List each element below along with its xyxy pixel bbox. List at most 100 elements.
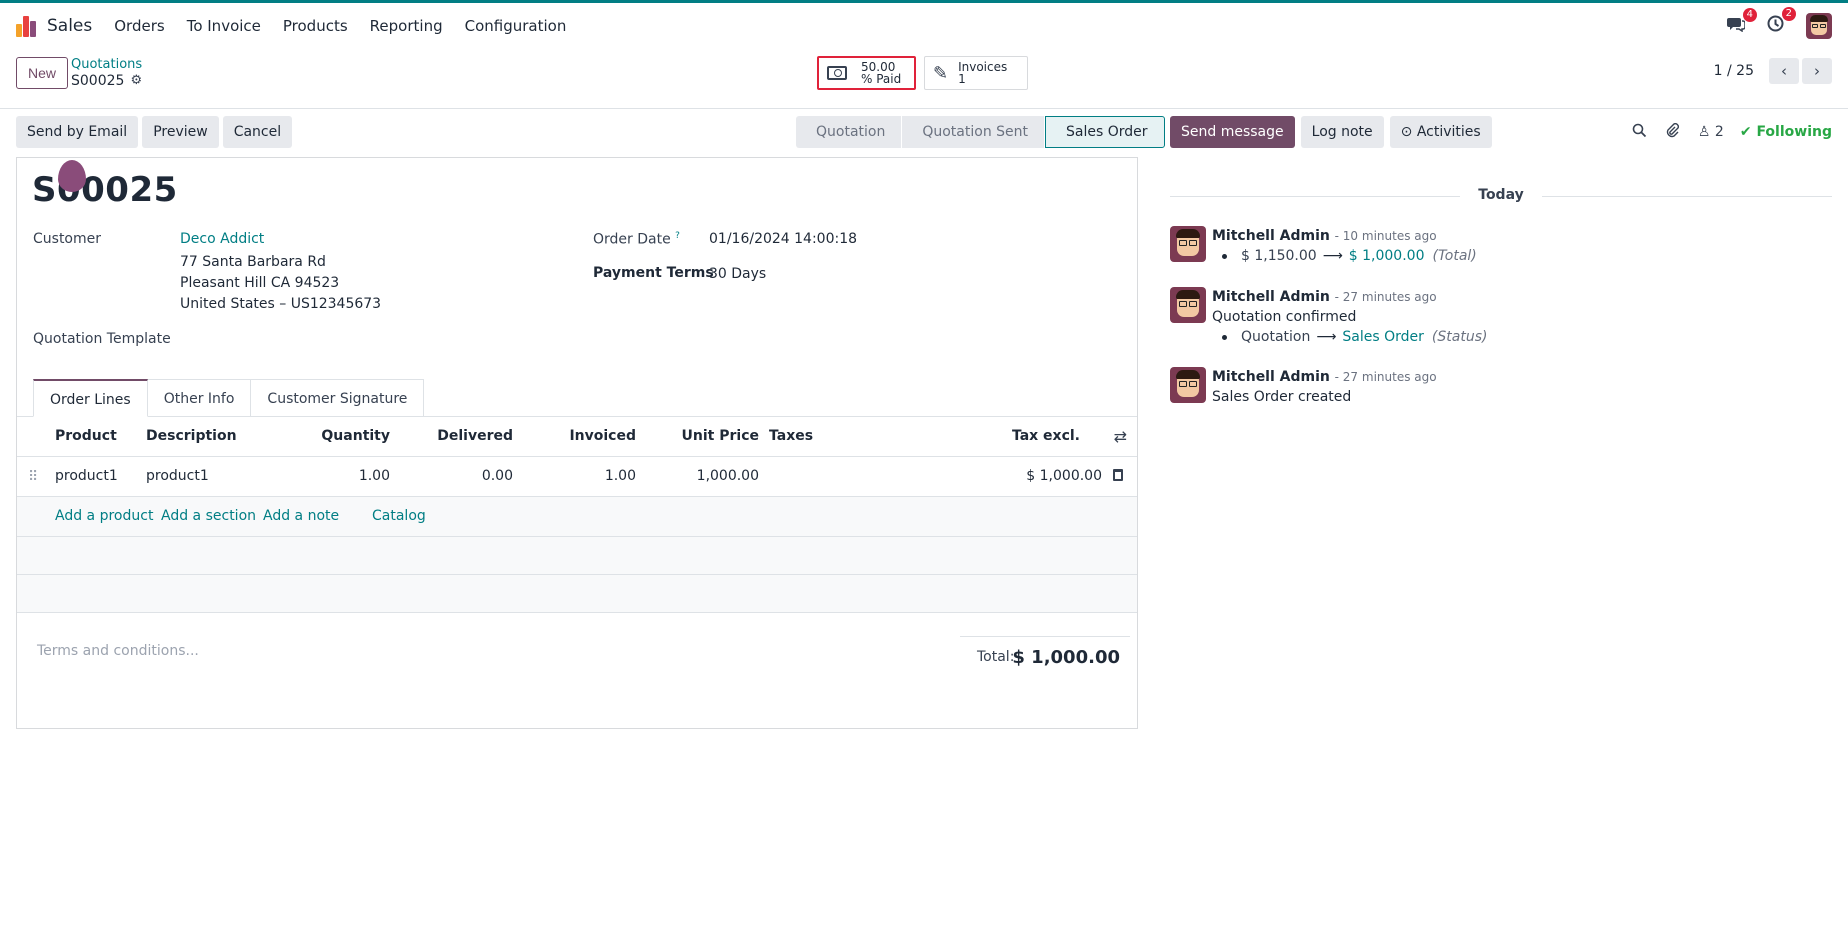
cancel-button[interactable]: Cancel <box>222 116 293 148</box>
row-subtotal: $ 1,000.00 <box>1026 468 1102 484</box>
send-message-button[interactable]: Send message <box>1170 116 1295 148</box>
systray: 4 2 <box>1705 3 1832 49</box>
order-date-label: Order Date ? <box>593 231 680 248</box>
activities-label: Activities <box>1416 124 1481 140</box>
add-section-link[interactable]: Add a section <box>161 508 256 524</box>
tracked-field: (Status) <box>1431 329 1488 345</box>
breadcrumb-quotations-link[interactable]: Quotations <box>71 57 142 72</box>
drag-handle-icon[interactable]: ⠿ <box>28 469 38 485</box>
pager-previous-icon[interactable]: ‹ <box>1769 58 1799 84</box>
row-description[interactable]: product1 <box>146 468 209 484</box>
menu-orders[interactable]: Orders <box>114 17 164 35</box>
pager-next-icon[interactable]: › <box>1802 58 1832 84</box>
col-product[interactable]: Product <box>55 428 117 444</box>
separator-line-right <box>1542 196 1832 197</box>
preview-button[interactable]: Preview <box>142 116 219 148</box>
total-label: Total: <box>977 649 1015 665</box>
menu-reporting[interactable]: Reporting <box>370 17 443 35</box>
send-by-email-button[interactable]: Send by Email <box>16 116 139 148</box>
trash-icon[interactable] <box>1113 469 1123 481</box>
arrow-right-icon: ⟶ <box>1316 329 1337 345</box>
user-avatar[interactable] <box>1806 13 1832 39</box>
pager-value[interactable]: 1 / 25 <box>1714 63 1754 79</box>
gear-icon[interactable]: ⚙ <box>130 72 142 90</box>
optional-columns-icon[interactable]: ⇄ <box>1114 427 1127 446</box>
sales-app-icon <box>16 15 37 37</box>
customer-name-link[interactable]: Deco Addict <box>180 231 264 247</box>
app-brand[interactable]: Sales <box>16 15 114 37</box>
stage-quotation[interactable]: Quotation <box>796 116 902 148</box>
invoices-count: 1 <box>958 72 966 86</box>
new-button[interactable]: New <box>16 57 69 89</box>
add-note-link[interactable]: Add a note <box>263 508 339 524</box>
col-description[interactable]: Description <box>146 428 237 444</box>
new-value: Sales Order <box>1342 329 1424 345</box>
tracking-value: $ 1,150.00 ⟶ $ 1,000.00 (Total) <box>1212 248 1477 264</box>
row-quantity[interactable]: 1.00 <box>317 468 390 484</box>
payment-terms-label: Payment Terms <box>593 265 714 281</box>
following-button[interactable]: ✔ Following <box>1740 124 1832 140</box>
tracked-field: (Total) <box>1432 248 1477 264</box>
followers-button[interactable]: ♙ 2 <box>1698 124 1724 140</box>
catalog-link[interactable]: Catalog <box>372 508 426 524</box>
stage-quotation-sent[interactable]: Quotation Sent <box>902 116 1044 148</box>
stage-sales-order[interactable]: Sales Order <box>1045 116 1165 148</box>
search-icon[interactable] <box>1632 123 1647 142</box>
row-delivered[interactable]: 0.00 <box>427 468 513 484</box>
paperclip-icon[interactable] <box>1665 122 1680 142</box>
message-text: Sales Order created <box>1212 389 1352 405</box>
add-product-link[interactable]: Add a product <box>55 508 153 524</box>
customer-address-line1: 77 Santa Barbara Rd <box>180 254 326 270</box>
row-unit-price[interactable]: 1,000.00 <box>677 468 759 484</box>
col-taxes[interactable]: Taxes <box>769 428 813 444</box>
tab-customer-signature[interactable]: Customer Signature <box>251 379 425 417</box>
activities-clock-icon[interactable]: 2 <box>1767 7 1796 37</box>
new-value: $ 1,000.00 <box>1348 248 1425 264</box>
activities-button[interactable]: ⊙ Activities <box>1389 116 1492 148</box>
message-time: - 27 minutes ago <box>1334 290 1437 304</box>
order-date-value[interactable]: 01/16/2024 14:00:18 <box>709 231 857 247</box>
author-avatar[interactable] <box>1170 226 1206 262</box>
breadcrumb-current: S00025 ⚙ <box>71 72 142 90</box>
messages-icon[interactable]: 4 <box>1727 7 1757 37</box>
menu-products[interactable]: Products <box>283 17 348 35</box>
message-time: - 10 minutes ago <box>1334 229 1437 243</box>
message-author[interactable]: Mitchell Admin <box>1212 228 1330 244</box>
user-icon: ♙ <box>1697 124 1711 140</box>
payment-terms-value[interactable]: 30 Days <box>709 266 766 282</box>
author-avatar[interactable] <box>1170 287 1206 323</box>
total-value: $ 1,000.00 <box>1012 647 1120 668</box>
col-quantity[interactable]: Quantity <box>317 428 390 444</box>
invoices-stat-button[interactable]: ✎ Invoices 1 <box>924 56 1028 90</box>
row-invoiced[interactable]: 1.00 <box>557 468 636 484</box>
message-time: - 27 minutes ago <box>1334 370 1437 384</box>
pager: 1 / 25 ‹ › <box>1714 58 1832 84</box>
col-invoiced[interactable]: Invoiced <box>557 428 636 444</box>
activities-badge: 2 <box>1781 7 1796 21</box>
author-avatar[interactable] <box>1170 367 1206 403</box>
money-icon <box>827 66 847 80</box>
tab-other-info[interactable]: Other Info <box>147 379 252 417</box>
menu-configuration[interactable]: Configuration <box>465 17 567 35</box>
tab-order-lines[interactable]: Order Lines <box>33 379 148 417</box>
total-box: Total: $ 1,000.00 <box>960 636 1130 676</box>
order-title: S00025 <box>32 170 178 210</box>
breadcrumb: Quotations S00025 ⚙ <box>71 57 142 90</box>
terms-and-conditions-field[interactable]: Terms and conditions... <box>37 643 199 659</box>
row-product[interactable]: product1 <box>55 468 118 484</box>
menu-to-invoice[interactable]: To Invoice <box>187 17 261 35</box>
invoice-pencil-icon: ✎ <box>933 62 949 84</box>
paid-stat-button[interactable]: 50.00 % Paid <box>817 56 916 90</box>
activities-clock-icon: ⊙ <box>1400 124 1413 140</box>
table-row[interactable]: ⠿ product1 product1 1.00 0.00 1.00 1,000… <box>17 457 1137 497</box>
col-delivered[interactable]: Delivered <box>427 428 513 444</box>
message-author[interactable]: Mitchell Admin <box>1212 289 1330 305</box>
quotation-template-label: Quotation Template <box>33 331 171 347</box>
status-bar: Quotation Quotation Sent Sales Order <box>796 116 1165 148</box>
message-author[interactable]: Mitchell Admin <box>1212 369 1330 385</box>
log-note-button[interactable]: Log note <box>1300 116 1384 148</box>
form-action-bar: Send by Email Preview Cancel <box>16 116 296 148</box>
help-tooltip-icon[interactable]: ? <box>675 231 680 241</box>
col-tax-excl[interactable]: Tax excl. <box>997 428 1080 444</box>
col-unit-price[interactable]: Unit Price <box>677 428 759 444</box>
